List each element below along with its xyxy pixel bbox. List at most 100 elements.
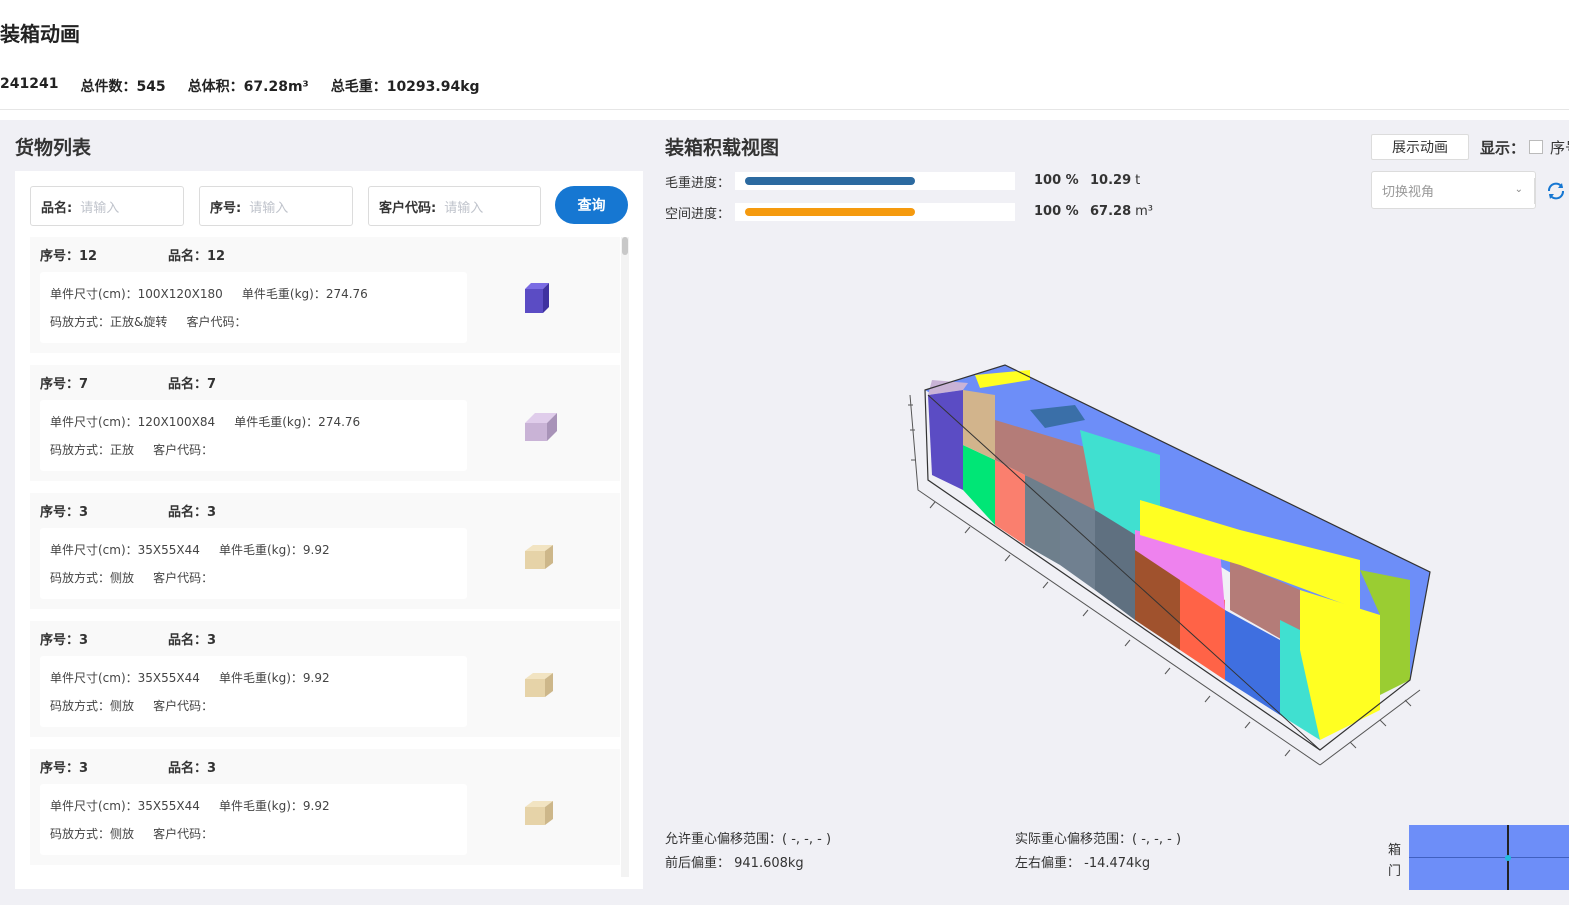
name-search-label: 品名: <box>41 200 73 216</box>
select-divider <box>1534 178 1535 204</box>
list-item[interactable]: 序号：7 品名：7 单件尺寸(cm)：120X100X84 单件毛重(kg)：2… <box>30 365 620 481</box>
door-label-top: 箱 <box>1388 843 1402 858</box>
space-progress-row: 空间进度： 100 % 67.28 m³ <box>665 202 1153 222</box>
list-item[interactable]: 序号：3 品名：3 单件尺寸(cm)：35X55X44 单件毛重(kg)：9.9… <box>30 493 620 609</box>
name-search-input[interactable]: 请输入 <box>80 197 119 216</box>
item-customer: 客户代码： <box>153 827 214 841</box>
weight-progress-percent: 100 % <box>1034 173 1079 188</box>
weight-progress-label: 毛重进度： <box>665 175 731 191</box>
item-size: 单件尺寸(cm)：120X100X84 <box>50 415 216 429</box>
header-divider <box>0 109 1569 110</box>
space-progress-unit: m³ <box>1135 204 1153 219</box>
weight-progress-unit: t <box>1135 173 1141 188</box>
item-detail-card: 单件尺寸(cm)：100X120X180 单件毛重(kg)：274.76 码放方… <box>40 272 467 343</box>
customer-search-label: 客户代码: <box>379 200 437 216</box>
item-name: 品名：7 <box>168 377 217 392</box>
item-detail-card: 单件尺寸(cm)：35X55X44 单件毛重(kg)：9.92 码放方式：侧放 … <box>40 528 467 599</box>
order-id: 241241 <box>0 76 59 92</box>
item-name: 品名：3 <box>168 505 217 520</box>
item-name: 品名：3 <box>168 633 217 648</box>
weight-progress-row: 毛重进度： 100 % 10.29 t <box>665 171 1140 191</box>
front-back-offset: 前后偏重： 941.608kg <box>665 856 804 871</box>
seq-search-field[interactable]: 序号: 请输入 <box>199 186 353 226</box>
item-customer: 客户代码： <box>186 315 247 329</box>
item-seq: 序号：3 <box>40 761 89 776</box>
list-item[interactable]: 序号：3 品名：3 单件尺寸(cm)：35X55X44 单件毛重(kg)：9.9… <box>30 749 620 865</box>
item-weight: 单件毛重(kg)：274.76 <box>241 287 368 301</box>
show-seq-checkbox[interactable] <box>1529 140 1543 154</box>
item-customer: 客户代码： <box>153 443 214 457</box>
page-title: 装箱动画 <box>0 22 80 46</box>
weight-progress-fill <box>745 177 915 185</box>
list-item[interactable]: 序号：3 品名：3 单件尺寸(cm)：35X55X44 单件毛重(kg)：9.9… <box>30 621 620 737</box>
door-map-h-axis <box>1409 857 1569 858</box>
item-placement: 码放方式：正放&旋转 <box>50 315 168 329</box>
item-placement: 码放方式：侧放 <box>50 827 135 841</box>
cg-door-map <box>1409 825 1569 890</box>
item-weight: 单件毛重(kg)：274.76 <box>234 415 361 429</box>
item-weight: 单件毛重(kg)：9.92 <box>218 543 330 557</box>
item-size: 单件尺寸(cm)：35X55X44 <box>50 671 200 685</box>
item-customer: 客户代码： <box>153 699 214 713</box>
space-progress-percent: 100 % <box>1034 204 1079 219</box>
total-pieces: 总件数：545 <box>80 79 166 95</box>
space-progress-label: 空间进度： <box>665 206 731 222</box>
box-icon <box>525 673 553 697</box>
view-angle-select[interactable]: 切换视角 ⌄ <box>1371 171 1536 209</box>
total-volume: 总体积：67.28m³ <box>187 79 309 95</box>
customer-search-field[interactable]: 客户代码: 请输入 <box>368 186 541 226</box>
item-placement: 码放方式：侧放 <box>50 699 135 713</box>
view-angle-placeholder: 切换视角 <box>1382 184 1435 200</box>
cargo-list-panel: 品名: 请输入 序号: 请输入 客户代码: 请输入 查询 序号：12 品名：12… <box>15 171 643 889</box>
list-item[interactable]: 序号：12 品名：12 单件尺寸(cm)：100X120X180 单件毛重(kg… <box>30 237 620 353</box>
weight-progress-track <box>735 172 1015 190</box>
seq-search-input[interactable]: 请输入 <box>249 197 288 216</box>
total-weight: 总毛重：10293.94kg <box>330 79 480 95</box>
box-icon <box>525 413 557 441</box>
scroll-thumb[interactable] <box>622 237 628 255</box>
query-button[interactable]: 查询 <box>555 186 628 224</box>
item-name: 品名：3 <box>168 761 217 776</box>
item-seq: 序号：3 <box>40 633 89 648</box>
item-detail-card: 单件尺寸(cm)：35X55X44 单件毛重(kg)：9.92 码放方式：侧放 … <box>40 656 467 727</box>
box-icon <box>525 283 549 313</box>
item-weight: 单件毛重(kg)：9.92 <box>218 799 330 813</box>
weight-progress-value: 10.29 <box>1090 173 1132 188</box>
item-size: 单件尺寸(cm)：100X120X180 <box>50 287 223 301</box>
item-detail-card: 单件尺寸(cm)：35X55X44 单件毛重(kg)：9.92 码放方式：侧放 … <box>40 784 467 855</box>
item-size: 单件尺寸(cm)：35X55X44 <box>50 543 200 557</box>
item-seq: 序号：12 <box>40 249 98 264</box>
item-customer: 客户代码： <box>153 571 214 585</box>
box-icon <box>525 801 553 825</box>
cargo-list-title: 货物列表 <box>15 137 92 159</box>
display-label: 显示： <box>1480 139 1526 157</box>
item-placement: 码放方式：侧放 <box>50 571 135 585</box>
show-animation-button[interactable]: 展示动画 <box>1371 134 1469 160</box>
allowed-cg-range: 允许重心偏移范围：( -, -, - ) <box>665 832 832 847</box>
item-seq: 序号：3 <box>40 505 89 520</box>
customer-search-input[interactable]: 请输入 <box>444 197 483 216</box>
space-progress-fill <box>745 208 915 216</box>
cargo-list-scrollbar[interactable] <box>621 237 629 877</box>
door-label-bottom: 门 <box>1388 864 1402 879</box>
item-detail-card: 单件尺寸(cm)：120X100X84 单件毛重(kg)：274.76 码放方式… <box>40 400 467 471</box>
item-name: 品名：12 <box>168 249 226 264</box>
box-icon <box>525 545 553 569</box>
cargo-list[interactable]: 序号：12 品名：12 单件尺寸(cm)：100X120X180 单件毛重(kg… <box>30 237 620 877</box>
space-progress-value: 67.28 <box>1090 204 1132 219</box>
show-seq-label: 序号 <box>1550 139 1569 157</box>
refresh-icon[interactable] <box>1545 180 1567 202</box>
cg-marker <box>1505 855 1511 861</box>
item-size: 单件尺寸(cm)：35X55X44 <box>50 799 200 813</box>
name-search-field[interactable]: 品名: 请输入 <box>30 186 184 226</box>
container-3d-view[interactable] <box>880 350 1440 780</box>
item-seq: 序号：7 <box>40 377 89 392</box>
item-placement: 码放方式：正放 <box>50 443 135 457</box>
left-right-offset: 左右偏重： -14.474kg <box>1015 856 1151 871</box>
item-weight: 单件毛重(kg)：9.92 <box>218 671 330 685</box>
actual-cg-range: 实际重心偏移范围：( -, -, - ) <box>1015 832 1182 847</box>
space-progress-track <box>735 203 1015 221</box>
loading-view-title: 装箱积载视图 <box>665 137 780 159</box>
chevron-down-icon: ⌄ <box>1514 184 1523 195</box>
seq-search-label: 序号: <box>210 200 242 216</box>
